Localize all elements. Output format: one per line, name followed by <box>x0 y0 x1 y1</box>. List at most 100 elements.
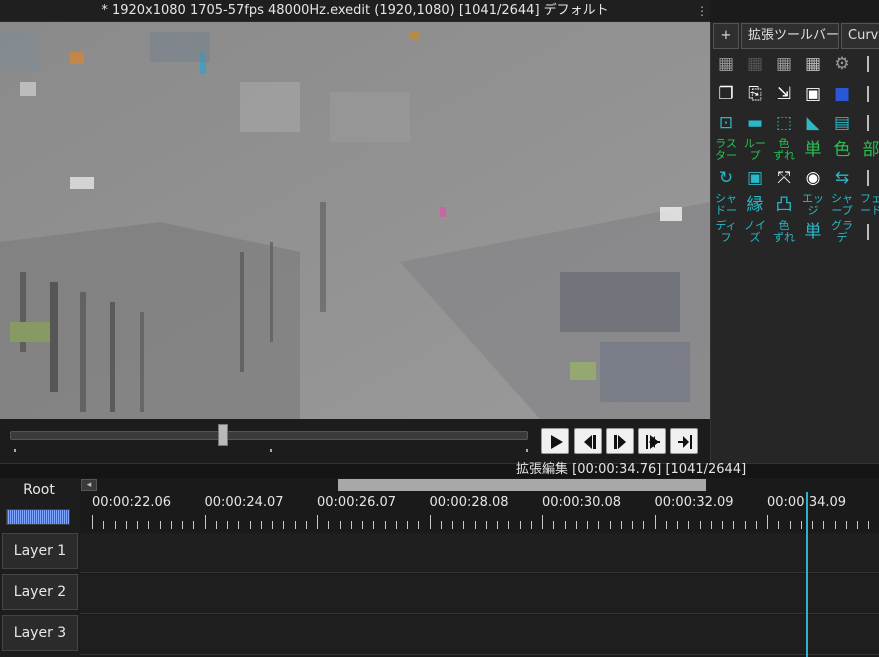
ruler-tick <box>385 521 386 529</box>
monitor-icon[interactable]: ▤ <box>830 111 854 135</box>
edge-icon[interactable]: エッ ジ <box>801 193 825 217</box>
grid-icon[interactable]: ▦ <box>714 52 738 76</box>
prev-frame-button[interactable] <box>574 428 602 454</box>
ruler-tick <box>520 521 521 529</box>
partial-icon[interactable]: 部 <box>859 138 879 162</box>
ruler-tick <box>846 521 847 529</box>
menu-dots-icon[interactable]: ⋮ <box>696 0 708 22</box>
go-to-start-button[interactable] <box>638 428 666 454</box>
export-icon[interactable]: ⎘ <box>743 82 767 106</box>
select-area-icon[interactable]: ⬚ <box>772 111 796 135</box>
ruler-tick <box>711 521 712 529</box>
time-labels: 00:00:22.06 00:00:24.07 00:00:26.07 00:00:2… <box>80 495 879 511</box>
fade-icon[interactable]: フェ ード <box>859 193 879 217</box>
expand-icon[interactable]: ⤧ <box>772 166 796 190</box>
frame-icon[interactable]: ⊡ <box>714 111 738 135</box>
ruler-tick <box>666 521 667 529</box>
ruler-tick <box>238 521 239 529</box>
record-icon[interactable]: ◉ <box>801 166 825 190</box>
blue-box-icon[interactable]: ■ <box>830 82 854 106</box>
layer-1-button[interactable]: Layer 1 <box>2 533 78 569</box>
time-ruler[interactable] <box>80 515 879 529</box>
object-icon[interactable]: ▣ <box>801 82 825 106</box>
import-icon[interactable]: ⇲ <box>772 82 796 106</box>
cursor-icon[interactable]: ◣ <box>801 111 825 135</box>
shadow-icon[interactable]: シャ ドー <box>714 193 738 217</box>
ruler-tick <box>553 521 554 529</box>
diffuse-icon[interactable]: ディ フ <box>714 220 738 244</box>
ruler-tick <box>587 521 588 529</box>
go-to-end-icon <box>678 435 692 449</box>
ruler-tick <box>733 521 734 529</box>
preview-image <box>0 22 710 419</box>
ruler-tick <box>261 521 262 529</box>
layer-2-lane[interactable] <box>80 574 879 614</box>
color-shift-icon[interactable]: 色 <box>830 138 854 162</box>
ruler-tick <box>745 521 746 529</box>
toolbar-separator <box>867 86 869 102</box>
copy-icon[interactable]: ❐ <box>714 82 738 106</box>
camera-icon[interactable]: ▬ <box>743 111 767 135</box>
raster-icon[interactable]: ラス ター <box>714 138 738 162</box>
single-color-icon[interactable]: 単 <box>801 138 825 162</box>
tab-curve[interactable]: Curve <box>841 23 879 49</box>
emboss-icon[interactable]: 凸 <box>772 193 796 217</box>
ruler-tick <box>115 521 116 529</box>
ruler-tick <box>621 521 622 529</box>
ruler-tick <box>340 521 341 529</box>
gear-icon[interactable]: ⚙ <box>830 52 854 76</box>
horizontal-scroll-thumb[interactable] <box>338 479 706 491</box>
ruler-tick <box>317 515 318 529</box>
tab-add[interactable]: + <box>713 23 739 49</box>
layer-3-lane[interactable] <box>80 615 879 655</box>
misalign-icon[interactable]: 色 ずれ <box>772 138 796 162</box>
layer-3-button[interactable]: Layer 3 <box>2 615 78 651</box>
loop-icon[interactable]: ルー プ <box>743 138 767 162</box>
play-button[interactable] <box>541 428 569 454</box>
border-icon[interactable]: 縁 <box>743 193 767 217</box>
ruler-tick <box>250 521 251 529</box>
layer-1-lane[interactable] <box>80 533 879 573</box>
center-icon[interactable]: ▣ <box>743 166 767 190</box>
time-label: 00:00:28.08 <box>429 495 509 510</box>
seek-thumb[interactable] <box>218 424 228 446</box>
ruler-tick <box>801 521 802 529</box>
seek-tick <box>270 449 272 452</box>
tab-extended-toolbar[interactable]: 拡張ツールバー <box>741 23 839 49</box>
mono-icon[interactable]: 単 <box>801 220 825 244</box>
layer-2-button[interactable]: Layer 2 <box>2 574 78 610</box>
color-misalign-icon[interactable]: 色 ずれ <box>772 220 796 244</box>
ruler-tick <box>531 521 532 529</box>
playhead-cursor[interactable] <box>806 492 808 657</box>
scroll-left-button[interactable]: ◂ <box>81 479 97 491</box>
rotate-icon[interactable]: ↻ <box>714 166 738 190</box>
ruler-tick <box>227 521 228 529</box>
toolbar-separator <box>867 115 869 131</box>
ruler-tick <box>430 515 431 529</box>
ruler-tick <box>216 521 217 529</box>
ruler-tick <box>700 521 701 529</box>
grid-dark-icon[interactable]: ▦ <box>743 52 767 76</box>
go-to-end-button[interactable] <box>670 428 698 454</box>
ruler-tick <box>373 521 374 529</box>
noise-icon[interactable]: ノイ ズ <box>743 220 767 244</box>
gradient-icon[interactable]: グラ デ <box>830 220 854 244</box>
swap-icon[interactable]: ⇆ <box>830 166 854 190</box>
video-preview[interactable] <box>0 22 710 419</box>
next-frame-icon <box>614 435 626 449</box>
toolbar-separator <box>867 56 869 72</box>
next-frame-button[interactable] <box>606 428 634 454</box>
ruler-tick <box>632 521 633 529</box>
ruler-tick <box>328 521 329 529</box>
seek-bar[interactable] <box>10 431 528 440</box>
grid-perspective-icon[interactable]: ▦ <box>772 52 796 76</box>
sharpen-icon[interactable]: シャ ープ <box>830 193 854 217</box>
ruler-tick <box>688 521 689 529</box>
grid-3d-icon[interactable]: ▦ <box>801 52 825 76</box>
timeline-area[interactable]: ◂ 00:00:22.06 00:00:24.07 00:00:26.07 00:00… <box>80 478 879 657</box>
ruler-tick <box>655 515 656 529</box>
root-label[interactable]: Root <box>0 482 78 498</box>
timeline-header-bar <box>0 463 879 478</box>
ruler-tick <box>812 521 813 529</box>
ruler-tick <box>137 521 138 529</box>
